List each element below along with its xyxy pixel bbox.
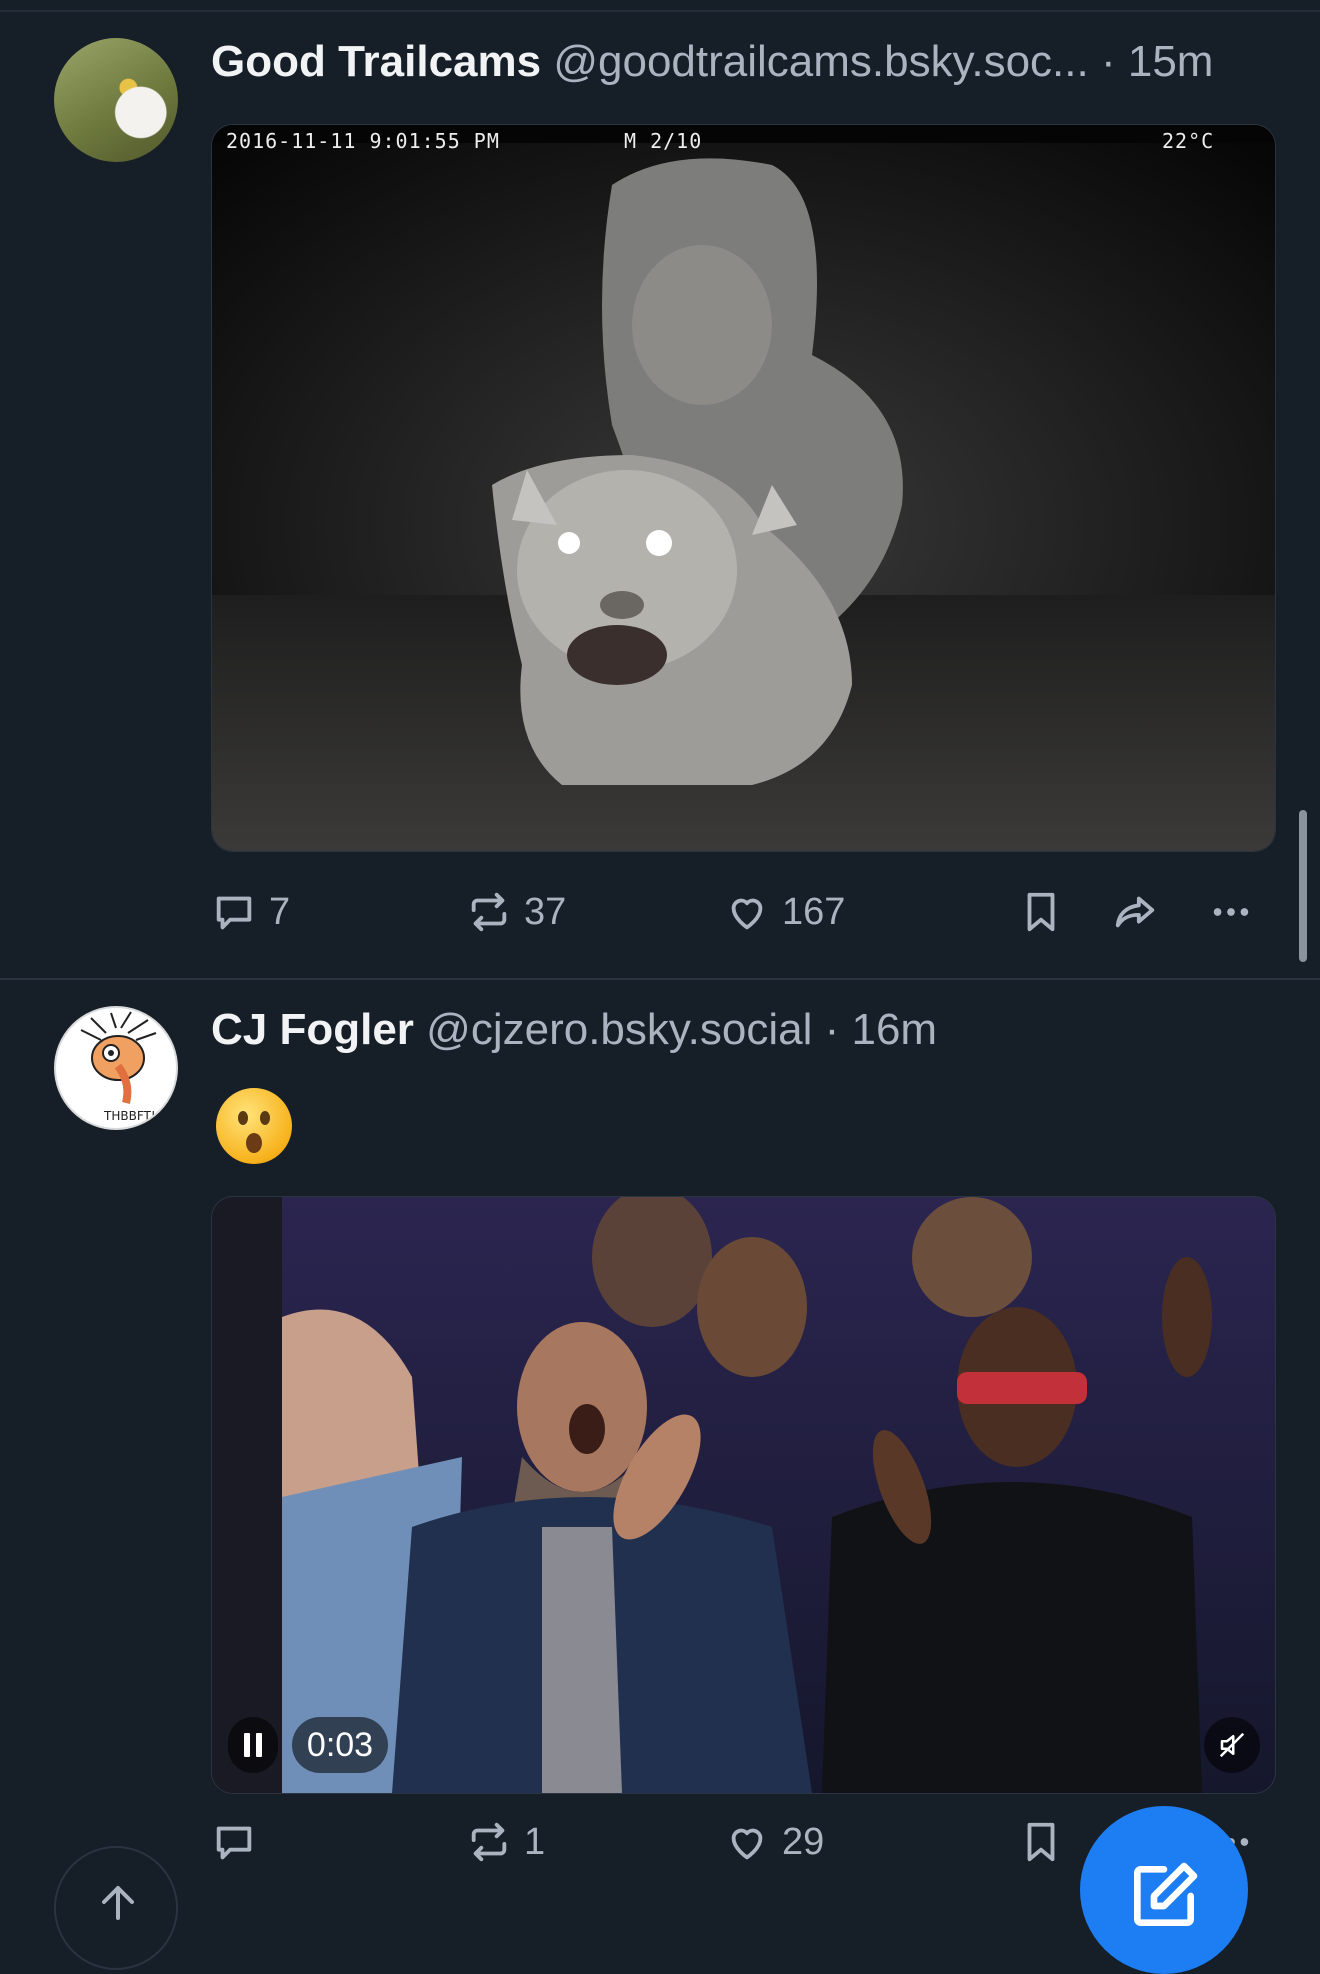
reply-button[interactable] (211, 1812, 269, 1872)
post-time[interactable]: 16m (851, 1005, 937, 1054)
arrow-up-icon (102, 1886, 134, 1920)
heart-icon (731, 1828, 763, 1860)
repost-count: 37 (524, 890, 567, 933)
like-button[interactable]: 29 (724, 1812, 824, 1872)
reply-icon (216, 896, 252, 930)
header-separator: · (824, 1005, 840, 1054)
like-count: 29 (782, 1820, 825, 1863)
post-actions: 7 37 167 (0, 882, 1320, 942)
feed-post[interactable]: Good Trailcams @goodtrailcams.bsky.soc..… (0, 12, 1320, 980)
like-count: 167 (782, 890, 846, 933)
repost-button[interactable]: 1 (466, 1812, 545, 1872)
like-button[interactable]: 167 (724, 882, 845, 942)
repost-icon (471, 1822, 507, 1862)
feed-post[interactable]: THBBFT! CJ Fogler @cjzero.bsky.social · … (0, 980, 1320, 1922)
author-handle[interactable]: @cjzero.bsky.social (426, 1005, 812, 1054)
reply-icon (216, 1826, 252, 1860)
heart-icon (731, 898, 763, 930)
video-elapsed-time: 0:03 (292, 1717, 388, 1773)
header-separator: · (1100, 37, 1116, 86)
compose-icon (1134, 1862, 1198, 1926)
reply-button[interactable]: 7 (211, 882, 290, 942)
author-name[interactable]: CJ Fogler (211, 1005, 414, 1054)
author-name[interactable]: Good Trailcams (211, 37, 541, 86)
compose-post-button[interactable] (1080, 1806, 1248, 1974)
bookmark-icon (1027, 1822, 1055, 1862)
trailcam-temperature: 22°C (1162, 129, 1215, 153)
pause-button[interactable] (228, 1717, 278, 1773)
post-header: CJ Fogler @cjzero.bsky.social · 16m (211, 1004, 937, 1056)
repost-count: 1 (524, 1820, 546, 1863)
avatar-illustration: THBBFT! (80, 1011, 157, 1123)
repost-button[interactable]: 37 (466, 882, 566, 942)
pause-icon (244, 1733, 262, 1757)
post-video[interactable]: 0:03 (211, 1196, 1276, 1794)
trailcam-camera-id: M 2/10 (624, 129, 703, 153)
author-handle[interactable]: @goodtrailcams.bsky.soc... (553, 37, 1088, 86)
reply-count: 7 (269, 890, 291, 933)
post-time[interactable]: 15m (1128, 37, 1214, 86)
avatar[interactable] (54, 38, 178, 162)
scroll-to-top-button[interactable] (54, 1846, 178, 1970)
post-image[interactable]: 2016-11-11 9:01:55 PM M 2/10 22°C (211, 124, 1276, 852)
unmute-button[interactable] (1204, 1717, 1260, 1773)
trailcam-timestamp: 2016-11-11 9:01:55 PM (226, 129, 500, 153)
post-header: Good Trailcams @goodtrailcams.bsky.soc..… (211, 36, 1213, 88)
scrollbar[interactable] (1299, 810, 1307, 962)
top-divider (0, 0, 1320, 12)
share-icon (1115, 896, 1155, 928)
ellipsis-icon (1213, 908, 1249, 916)
more-options-button[interactable] (1208, 882, 1254, 942)
astonished-face-emoji (216, 1088, 292, 1164)
avatar-caption: THBBFT! (103, 1109, 156, 1123)
share-button[interactable] (1112, 882, 1158, 942)
bookmark-icon (1027, 892, 1055, 932)
repost-icon (471, 892, 507, 932)
muted-speaker-icon (1219, 1732, 1245, 1758)
bookmark-button[interactable] (1018, 1812, 1064, 1872)
avatar[interactable]: THBBFT! (54, 1006, 178, 1130)
bookmark-button[interactable] (1018, 882, 1064, 942)
